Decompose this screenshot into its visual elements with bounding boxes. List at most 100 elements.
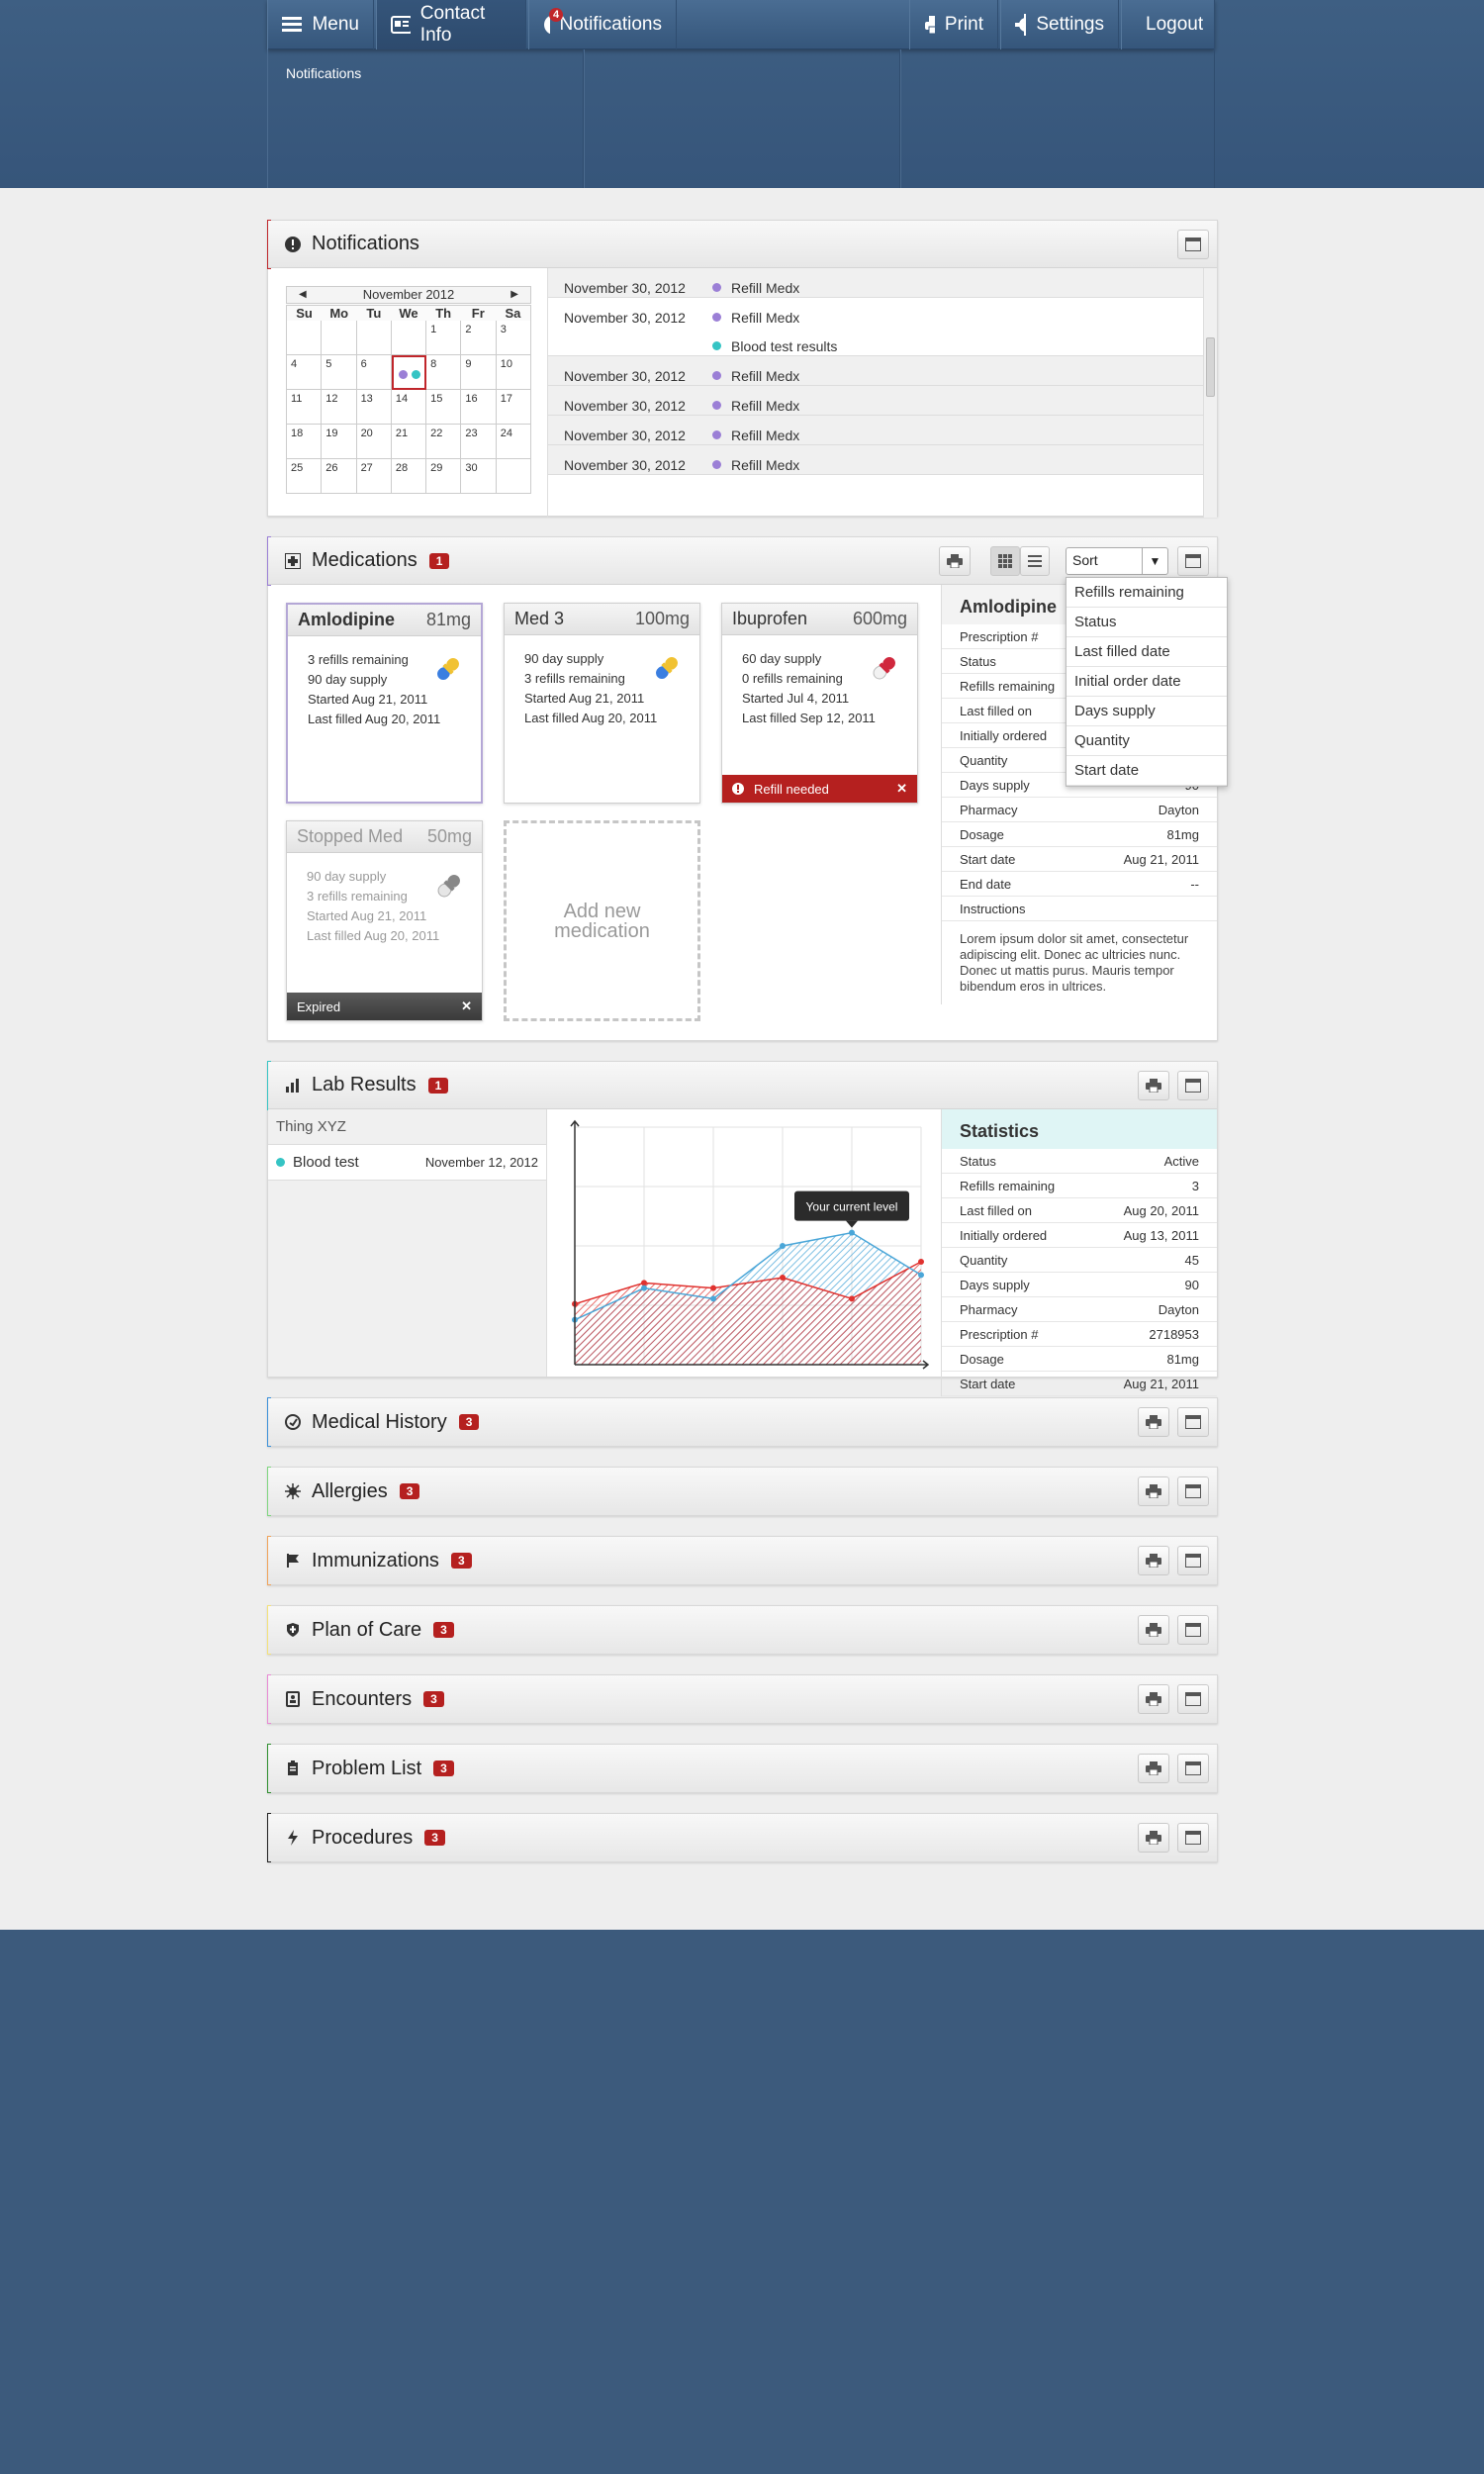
calendar-day[interactable]: 27 (356, 459, 392, 494)
calendar-day[interactable]: 12 (322, 390, 357, 425)
add-medication-button[interactable]: Add new medication (504, 820, 700, 1021)
print-button[interactable] (1138, 1546, 1169, 1575)
prev-month-icon[interactable]: ◀ (299, 287, 307, 303)
calendar-day[interactable] (287, 321, 323, 355)
calendar-day[interactable]: 28 (391, 459, 427, 494)
section-header[interactable]: Encounters 3 (268, 1675, 1217, 1723)
subnav-notifications-link[interactable]: Notifications (286, 65, 361, 81)
print-button[interactable] (1138, 1476, 1169, 1506)
menu-button[interactable]: Menu (267, 0, 374, 49)
sort-option[interactable]: Last filled date (1067, 637, 1227, 667)
calendar-day[interactable]: 29 (426, 459, 462, 494)
calendar-day[interactable] (322, 321, 357, 355)
expand-button[interactable] (1177, 1546, 1209, 1575)
notification-row[interactable]: November 30, 2012 Refill Medx (548, 386, 1205, 416)
calendar-day[interactable]: 20 (356, 425, 392, 459)
print-button[interactable] (1138, 1823, 1169, 1853)
print-button[interactable]: Print (909, 0, 998, 49)
calendar-day[interactable]: 16 (461, 390, 497, 425)
expand-button[interactable] (1177, 1615, 1209, 1645)
notification-row[interactable]: November 30, 2012 Refill Medx (548, 356, 1205, 386)
logout-button[interactable]: Logout (1121, 0, 1215, 49)
sort-option[interactable]: Days supply (1067, 697, 1227, 726)
medication-card[interactable]: Ibuprofen 600mg 60 day supply 0 refills r… (721, 603, 918, 804)
section-plan-of-care-panel[interactable]: Plan of Care 3 (267, 1605, 1218, 1655)
print-button[interactable] (1138, 1407, 1169, 1437)
section-header[interactable]: Plan of Care 3 (268, 1606, 1217, 1654)
calendar-day[interactable]: 8 (426, 355, 462, 390)
calendar-day[interactable]: 19 (322, 425, 357, 459)
calendar-day[interactable]: 13 (356, 390, 392, 425)
calendar-day[interactable]: 26 (322, 459, 357, 494)
print-button[interactable] (1138, 1071, 1169, 1100)
print-button[interactable] (1138, 1754, 1169, 1783)
calendar-day[interactable] (356, 321, 392, 355)
calendar-day[interactable]: 23 (461, 425, 497, 459)
section-problem-list-panel[interactable]: Problem List 3 (267, 1744, 1218, 1793)
notification-row[interactable]: November 30, 2012 Refill Medx (548, 268, 1205, 298)
calendar-day[interactable]: 3 (496, 321, 531, 355)
calendar-day[interactable]: 11 (287, 390, 323, 425)
medication-card[interactable]: Med 3 100mg 90 day supply 3 refills remai… (504, 603, 700, 804)
section-header[interactable]: Allergies 3 (268, 1468, 1217, 1515)
calendar-day[interactable]: 5 (322, 355, 357, 390)
notification-row[interactable]: November 30, 2012 Refill Medx (548, 416, 1205, 445)
calendar-day[interactable]: 6 (356, 355, 392, 390)
section-procedures-panel[interactable]: Procedures 3 (267, 1813, 1218, 1862)
calendar-day[interactable]: 1 (426, 321, 462, 355)
collapse-button[interactable] (1177, 230, 1209, 259)
list-view-button[interactable] (1020, 546, 1050, 576)
grid-view-button[interactable] (990, 546, 1020, 576)
section-medical-history-panel[interactable]: Medical History 3 (267, 1397, 1218, 1447)
collapse-button[interactable] (1177, 1071, 1209, 1100)
notifications-tab[interactable]: 4 Notifications (528, 0, 677, 49)
expand-button[interactable] (1177, 1754, 1209, 1783)
next-month-icon[interactable]: ▶ (510, 287, 518, 303)
scrollbar-thumb[interactable] (1206, 337, 1215, 397)
notification-row[interactable]: November 30, 2012 Refill Medx (548, 445, 1205, 475)
close-icon[interactable]: ✕ (461, 999, 472, 1014)
calendar-day[interactable]: 2 (461, 321, 497, 355)
sort-option[interactable]: Initial order date (1067, 667, 1227, 697)
expand-button[interactable] (1177, 1823, 1209, 1853)
calendar-day[interactable]: 9 (461, 355, 497, 390)
calendar-day[interactable]: 15 (426, 390, 462, 425)
section-header[interactable]: Procedures 3 (268, 1814, 1217, 1861)
medication-card[interactable]: Amlodipine 81mg 3 refills remaining 90 da… (286, 603, 483, 804)
contact-info-tab[interactable]: Contact Info (376, 0, 526, 49)
sort-option[interactable]: Start date (1067, 756, 1227, 786)
expand-button[interactable] (1177, 1684, 1209, 1714)
section-header[interactable]: Problem List 3 (268, 1745, 1217, 1792)
print-button[interactable] (1138, 1615, 1169, 1645)
section-header[interactable]: Medical History 3 (268, 1398, 1217, 1446)
settings-button[interactable]: Settings (1000, 0, 1119, 49)
lab-test-row[interactable]: Blood test November 12, 2012 (268, 1145, 546, 1181)
notification-row[interactable]: November 30, 2012 Refill Medx Blood test r… (548, 298, 1205, 356)
expand-button[interactable] (1177, 1476, 1209, 1506)
notification-scrollbar[interactable] (1203, 268, 1217, 518)
expand-button[interactable] (1177, 1407, 1209, 1437)
calendar-day[interactable]: 17 (496, 390, 531, 425)
section-allergies-panel[interactable]: Allergies 3 (267, 1467, 1218, 1516)
print-button[interactable] (1138, 1684, 1169, 1714)
medication-card-stopped[interactable]: Stopped Med 50mg 90 day supply 3 refills … (286, 820, 483, 1021)
close-icon[interactable]: ✕ (896, 781, 907, 797)
calendar-day[interactable] (496, 459, 531, 494)
section-immunizations-panel[interactable]: Immunizations 3 (267, 1536, 1218, 1585)
section-encounters-panel[interactable]: Encounters 3 (267, 1674, 1218, 1724)
calendar-day[interactable]: 25 (287, 459, 323, 494)
sort-dropdown[interactable]: Sort ▼ (1066, 547, 1168, 575)
calendar-day[interactable]: 30 (461, 459, 497, 494)
sort-option[interactable]: Status (1067, 608, 1227, 637)
sort-option[interactable]: Quantity (1067, 726, 1227, 756)
calendar-day[interactable]: 18 (287, 425, 323, 459)
sort-option[interactable]: Refills remaining (1067, 578, 1227, 608)
calendar-day[interactable] (391, 321, 427, 355)
calendar-day-selected[interactable] (391, 355, 427, 390)
calendar-day[interactable]: 10 (496, 355, 531, 390)
calendar-day[interactable]: 22 (426, 425, 462, 459)
print-button[interactable] (939, 546, 971, 576)
calendar-day[interactable]: 14 (391, 390, 427, 425)
calendar-day[interactable]: 24 (496, 425, 531, 459)
collapse-button[interactable] (1177, 546, 1209, 576)
